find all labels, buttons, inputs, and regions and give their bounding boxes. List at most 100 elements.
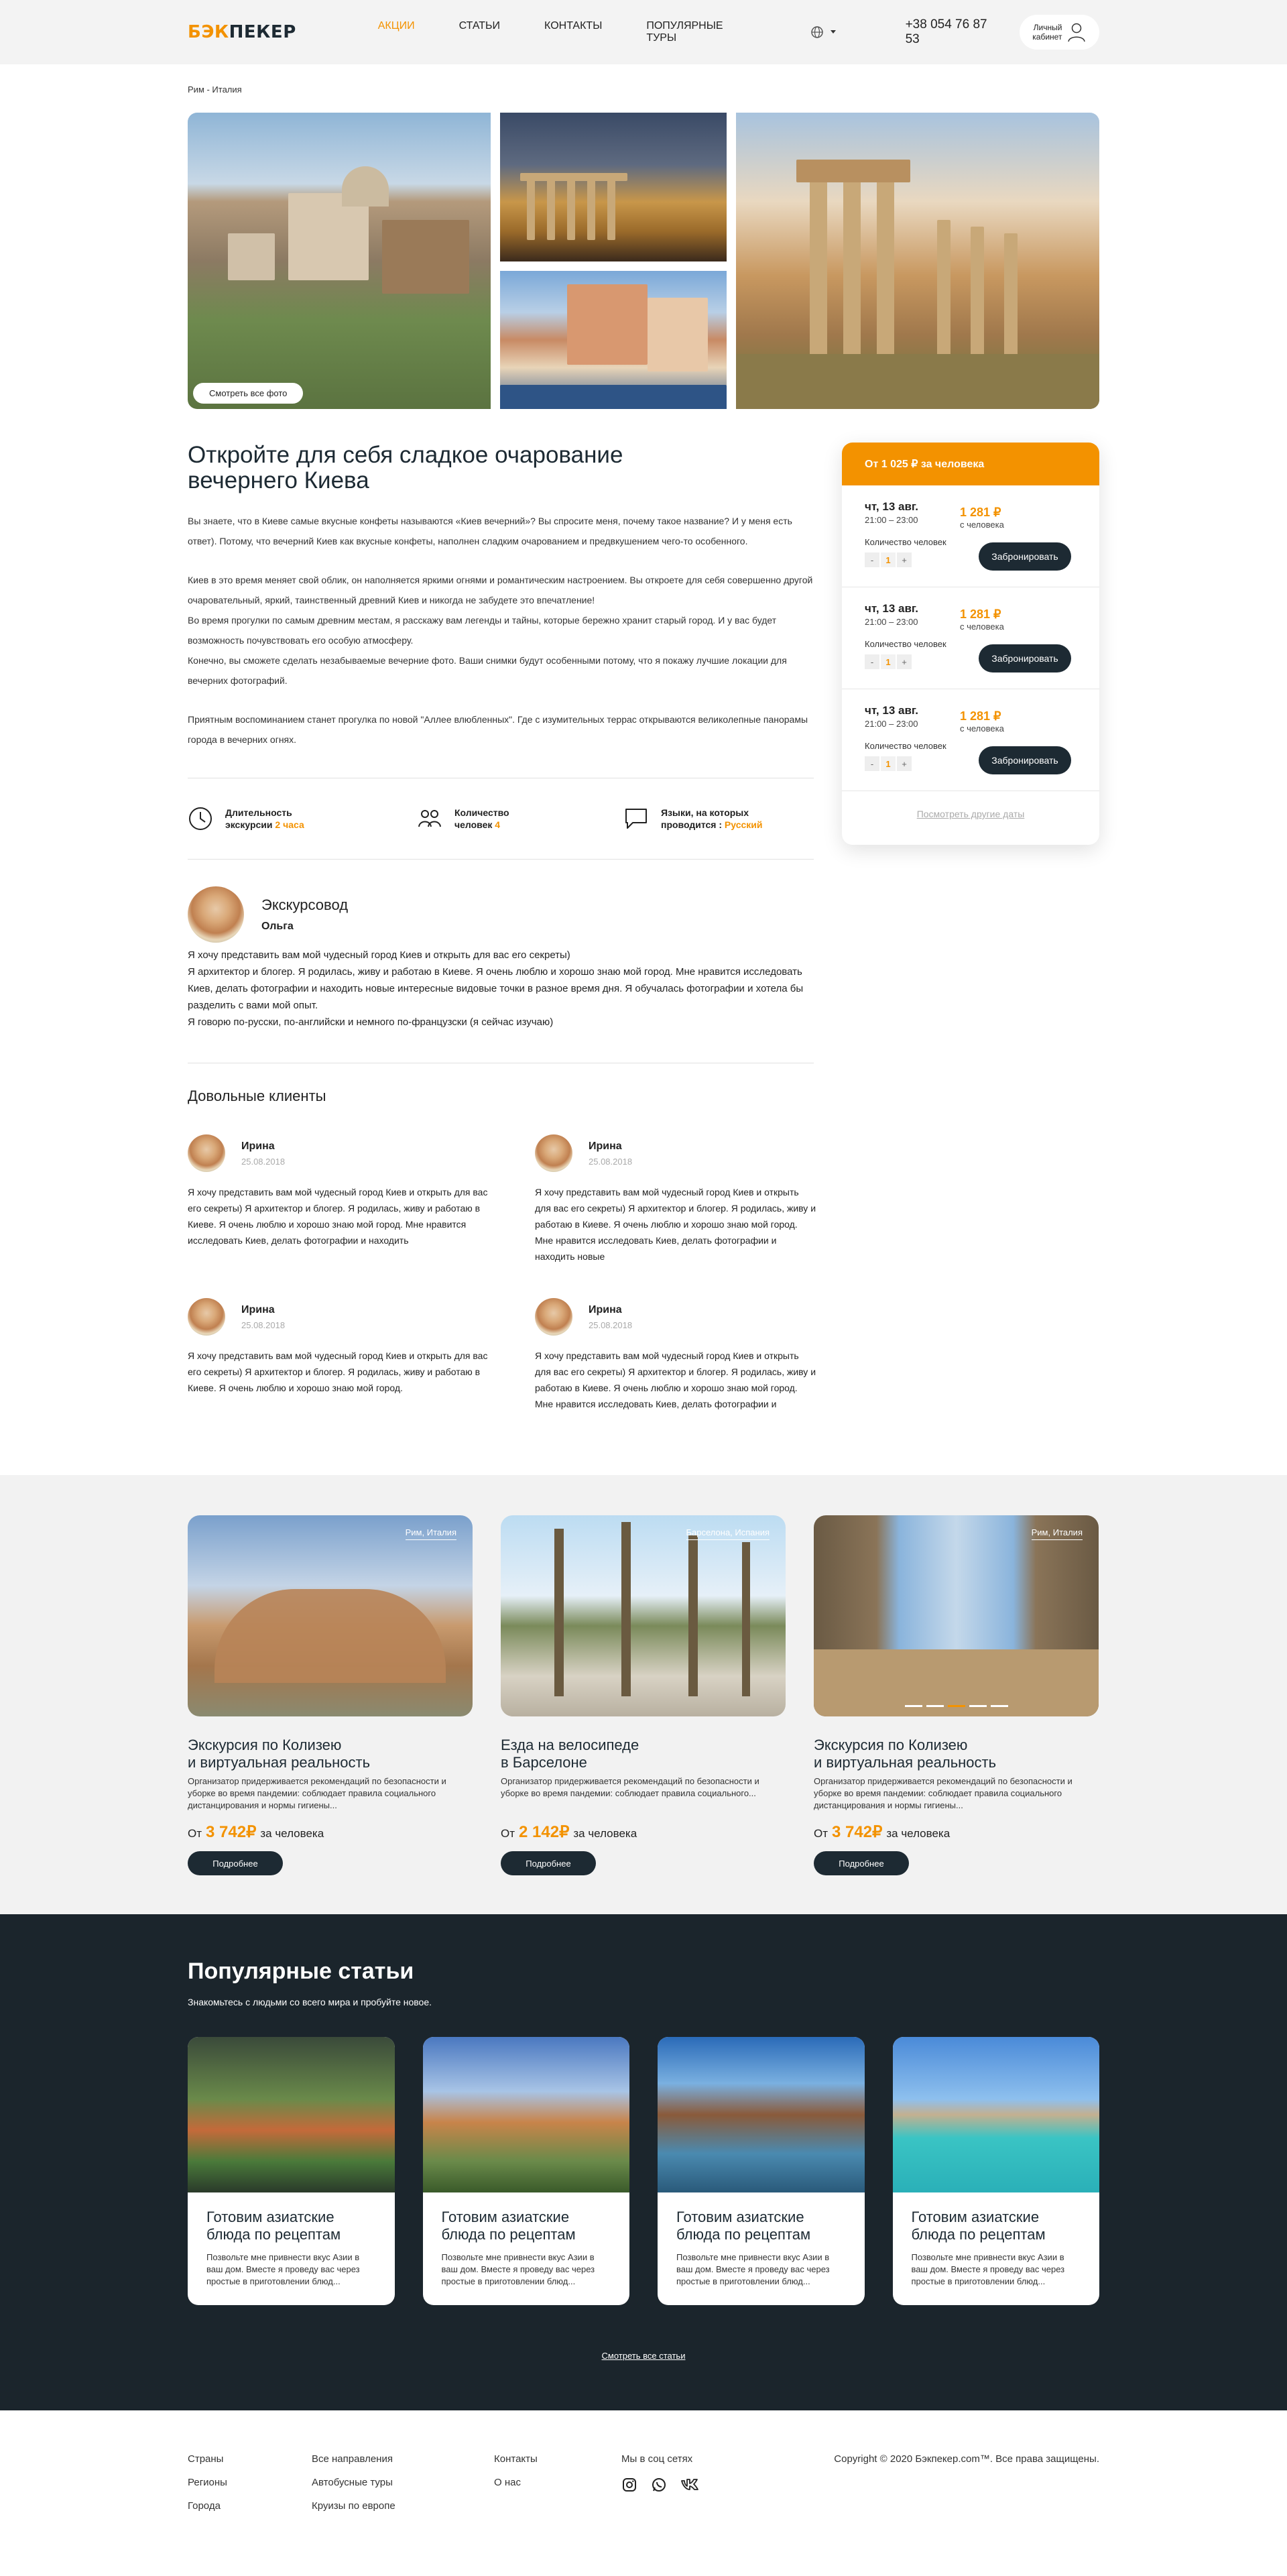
- article-card[interactable]: Готовим азиатские блюда по рецептам Позвол…: [188, 2037, 395, 2305]
- social-title: Мы в соц сетях: [621, 2453, 693, 2465]
- other-dates-link[interactable]: Посмотреть другие даты: [842, 791, 1099, 845]
- quantity-value: 1: [881, 552, 896, 567]
- tour-card-desc: Организатор придерживается рекомендаций …: [814, 1776, 1072, 1810]
- details-button[interactable]: Подробнее: [188, 1851, 283, 1875]
- photo-gallery: Смотреть все фото: [188, 113, 1099, 409]
- tour-info-bar: Длительность экскурсии 2 часа Количество ч…: [188, 778, 814, 860]
- decrement-button[interactable]: -: [865, 756, 879, 771]
- people-icon: [418, 810, 441, 827]
- decrement-button[interactable]: -: [865, 654, 879, 669]
- show-all-photos-button[interactable]: Смотреть все фото: [193, 383, 304, 404]
- increment-button[interactable]: +: [897, 756, 912, 771]
- tour-card-title[interactable]: Экскурсия по Колизею и виртуальная реальн…: [188, 1737, 473, 1771]
- tour-location-tag: Рим, Италия: [405, 1527, 456, 1540]
- details-button[interactable]: Подробнее: [501, 1851, 596, 1875]
- phone-number[interactable]: +38 054 76 87 53: [906, 17, 997, 47]
- article-image-canal: [658, 2037, 865, 2192]
- footer-link-contacts[interactable]: Контакты: [494, 2453, 621, 2465]
- review-card: Ирина 25.08.2018 Я хочу представить вам м…: [188, 1298, 503, 1428]
- logo-part-2: ПЕКЕР: [229, 22, 296, 42]
- tour-card-desc: Организатор придерживается рекомендаций …: [188, 1776, 446, 1810]
- footer-link-regions[interactable]: Регионы: [188, 2477, 312, 2488]
- article-image-temple: [422, 2037, 629, 2192]
- tour-location-tag: Рим, Италия: [1031, 1527, 1083, 1540]
- increment-button[interactable]: +: [897, 654, 912, 669]
- clock-icon: [189, 807, 212, 830]
- tour-title: Откройте для себя сладкое очарование вече…: [188, 442, 623, 493]
- footer-link-about[interactable]: О нас: [494, 2477, 621, 2488]
- tour-card-title[interactable]: Экскурсия по Колизею и виртуальная реальн…: [814, 1737, 1099, 1771]
- user-icon: [1068, 23, 1086, 42]
- tour-card-desc: Организатор придерживается рекомендаций …: [501, 1776, 759, 1798]
- cabinet-label: Личный кабинет: [1032, 23, 1062, 42]
- personal-cabinet-button[interactable]: Личный кабинет: [1019, 15, 1099, 50]
- details-button[interactable]: Подробнее: [814, 1851, 909, 1875]
- quantity-value: 1: [881, 756, 896, 771]
- booking-widget: От 1 025 ₽ за человека чт, 13 авг. 21:00…: [842, 443, 1099, 845]
- vk-icon[interactable]: [680, 2477, 699, 2493]
- carousel-dots[interactable]: [904, 1705, 1008, 1707]
- people-info: Количество человек 4: [417, 807, 623, 831]
- book-button[interactable]: Забронировать: [979, 746, 1071, 774]
- duration-info: Длительность экскурсии 2 часа: [188, 806, 417, 831]
- book-button[interactable]: Забронировать: [979, 644, 1071, 672]
- booking-slot: чт, 13 авг. 21:00 – 23:00 1 281 ₽ с челов…: [842, 485, 1099, 587]
- guide-bio: Я хочу представить вам мой чудесный горо…: [188, 949, 804, 1028]
- guide-role: Экскурсовод: [261, 896, 349, 913]
- nav-popular-tours[interactable]: ПОПУЛЯРНЫЕ ТУРЫ: [646, 20, 723, 44]
- instagram-icon[interactable]: [621, 2477, 637, 2493]
- see-all-articles-link[interactable]: Смотреть все статьи: [188, 2351, 1099, 2361]
- increment-button[interactable]: +: [897, 552, 912, 567]
- nav-contacts[interactable]: КОНТАКТЫ: [544, 20, 602, 44]
- reviewer-avatar: [188, 1298, 225, 1336]
- gallery-photo-coast-town[interactable]: [500, 271, 727, 409]
- tour-image-barcelona-palms[interactable]: Барселона, Испания: [501, 1515, 786, 1716]
- decrement-button[interactable]: -: [865, 552, 879, 567]
- review-card: Ирина 25.08.2018 Я хочу представить вам м…: [535, 1134, 816, 1265]
- reviewer-avatar: [188, 1134, 225, 1172]
- nav-articles[interactable]: СТАТЬИ: [459, 20, 500, 44]
- footer: Страны Регионы Города Все направления Ав…: [0, 2410, 1287, 2566]
- review-card: Ирина 25.08.2018 Я хочу представить вам м…: [535, 1298, 816, 1428]
- tour-image-ruins-road[interactable]: Рим, Италия: [814, 1515, 1099, 1716]
- tour-image-colosseum[interactable]: Рим, Италия: [188, 1515, 473, 1716]
- booking-slot: чт, 13 авг. 21:00 – 23:00 1 281 ₽ с челов…: [842, 689, 1099, 791]
- tour-card-title[interactable]: Езда на велосипеде в Барселоне: [501, 1737, 786, 1771]
- tour-content: Откройте для себя сладкое очарование вече…: [188, 442, 816, 1428]
- speech-bubble-icon: [625, 809, 647, 829]
- quantity-value: 1: [881, 654, 896, 669]
- guide-name: Ольга: [261, 921, 294, 932]
- booking-slot: чт, 13 авг. 21:00 – 23:00 1 281 ₽ с челов…: [842, 587, 1099, 689]
- tour-card-price: От 3 742₽ за человека: [188, 1823, 324, 1841]
- footer-link-countries[interactable]: Страны: [188, 2453, 312, 2465]
- footer-link-cruises[interactable]: Круизы по европе: [312, 2500, 494, 2512]
- article-image-market: [188, 2037, 395, 2192]
- globe-icon: [810, 26, 823, 38]
- gallery-photo-temple-evening[interactable]: [500, 113, 727, 261]
- tour-card-price: От 2 142₽ за человека: [501, 1823, 637, 1841]
- tour-card: Рим, Италия Экскурсия по Колизею и виртуа…: [188, 1515, 473, 1875]
- copyright: Copyright © 2020 Бэкпекер.com™. Все прав…: [834, 2453, 1099, 2465]
- article-card[interactable]: Готовим азиатские блюда по рецептам Позвол…: [422, 2037, 629, 2305]
- logo-part-1: БЭК: [188, 22, 229, 42]
- whatsapp-icon[interactable]: [651, 2477, 667, 2493]
- main-nav: АКЦИИ СТАТЬИ КОНТАКТЫ ПОПУЛЯРНЫЕ ТУРЫ: [378, 20, 768, 44]
- article-image-venice: [892, 2037, 1099, 2192]
- gallery-photo-ruins-columns[interactable]: [736, 113, 1099, 409]
- tour-location-tag: Барселона, Испания: [686, 1527, 770, 1540]
- languages-info: Языки, на которых проводится : Русский: [623, 807, 763, 831]
- footer-link-cities[interactable]: Города: [188, 2500, 312, 2512]
- articles-title: Популярные статьи: [188, 1958, 414, 1984]
- article-card[interactable]: Готовим азиатские блюда по рецептам Позвол…: [658, 2037, 865, 2305]
- footer-link-bus-tours[interactable]: Автобусные туры: [312, 2477, 494, 2488]
- related-tours-section: Рим, Италия Экскурсия по Колизею и виртуа…: [0, 1475, 1287, 1914]
- footer-link-all-destinations[interactable]: Все направления: [312, 2453, 494, 2465]
- popular-articles-section: Популярные статьи Знакомьтесь с людьми с…: [0, 1914, 1287, 2410]
- nav-promotions[interactable]: АКЦИИ: [378, 20, 415, 44]
- gallery-photo-rome-forum[interactable]: Смотреть все фото: [188, 113, 491, 409]
- language-selector[interactable]: [810, 25, 836, 39]
- article-card[interactable]: Готовим азиатские блюда по рецептам Позвол…: [892, 2037, 1099, 2305]
- book-button[interactable]: Забронировать: [979, 542, 1071, 571]
- logo[interactable]: БЭКПЕКЕР: [188, 22, 296, 42]
- breadcrumb[interactable]: Рим - Италия: [188, 64, 1099, 113]
